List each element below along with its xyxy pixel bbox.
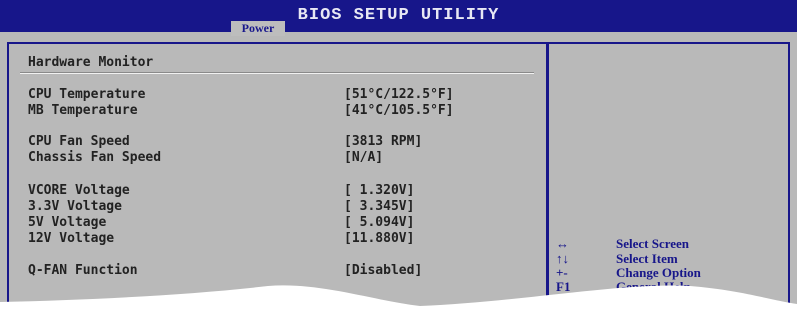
title-bar: BIOS SETUP UTILITY (0, 0, 797, 32)
voltage-3-3v-label: 3.3V Voltage (28, 199, 122, 214)
voltage-3-3v-value: [ 3.345V] (344, 199, 415, 214)
bios-title: BIOS SETUP UTILITY (297, 6, 500, 25)
help-row-select-item: ↑↓ Select Item (556, 251, 678, 266)
cpu-temperature-label: CPU Temperature (28, 87, 146, 102)
section-divider (20, 72, 534, 74)
bios-screen: BIOS SETUP UTILITY Power Hardware Monito… (0, 0, 797, 318)
vcore-voltage-value: [ 1.320V] (344, 183, 415, 198)
voltage-12v-value: [11.880V] (344, 231, 415, 246)
help-action: Select Screen (616, 236, 690, 251)
voltage-5v-label: 5V Voltage (28, 215, 107, 230)
voltage-5v-value: [ 5.094V] (344, 215, 415, 230)
mb-temperature-label: MB Temperature (28, 103, 138, 118)
voltage-12v-label: 12V Voltage (28, 231, 115, 246)
tab-power[interactable]: Power (231, 21, 285, 36)
up-down-arrows-icon: ↑↓ (556, 251, 569, 266)
page-tear-edge (0, 285, 797, 318)
cpu-fan-speed-value: [3813 RPM] (344, 134, 423, 149)
vcore-voltage-label: VCORE Voltage (28, 183, 130, 198)
page-title: Hardware Monitor (28, 55, 154, 70)
left-right-arrows-icon: ↔ (556, 236, 569, 251)
help-row-select-screen: ↔ Select Screen (556, 236, 689, 251)
chassis-fan-speed-value: [N/A] (344, 150, 384, 165)
cpu-temperature-value: [51°C/122.5°F] (344, 87, 454, 102)
help-action: Select Item (616, 251, 678, 266)
chassis-fan-speed-label: Chassis Fan Speed (28, 150, 162, 165)
mb-temperature-value: [41°C/105.5°F] (344, 103, 454, 118)
cpu-fan-speed-label: CPU Fan Speed (28, 134, 130, 149)
